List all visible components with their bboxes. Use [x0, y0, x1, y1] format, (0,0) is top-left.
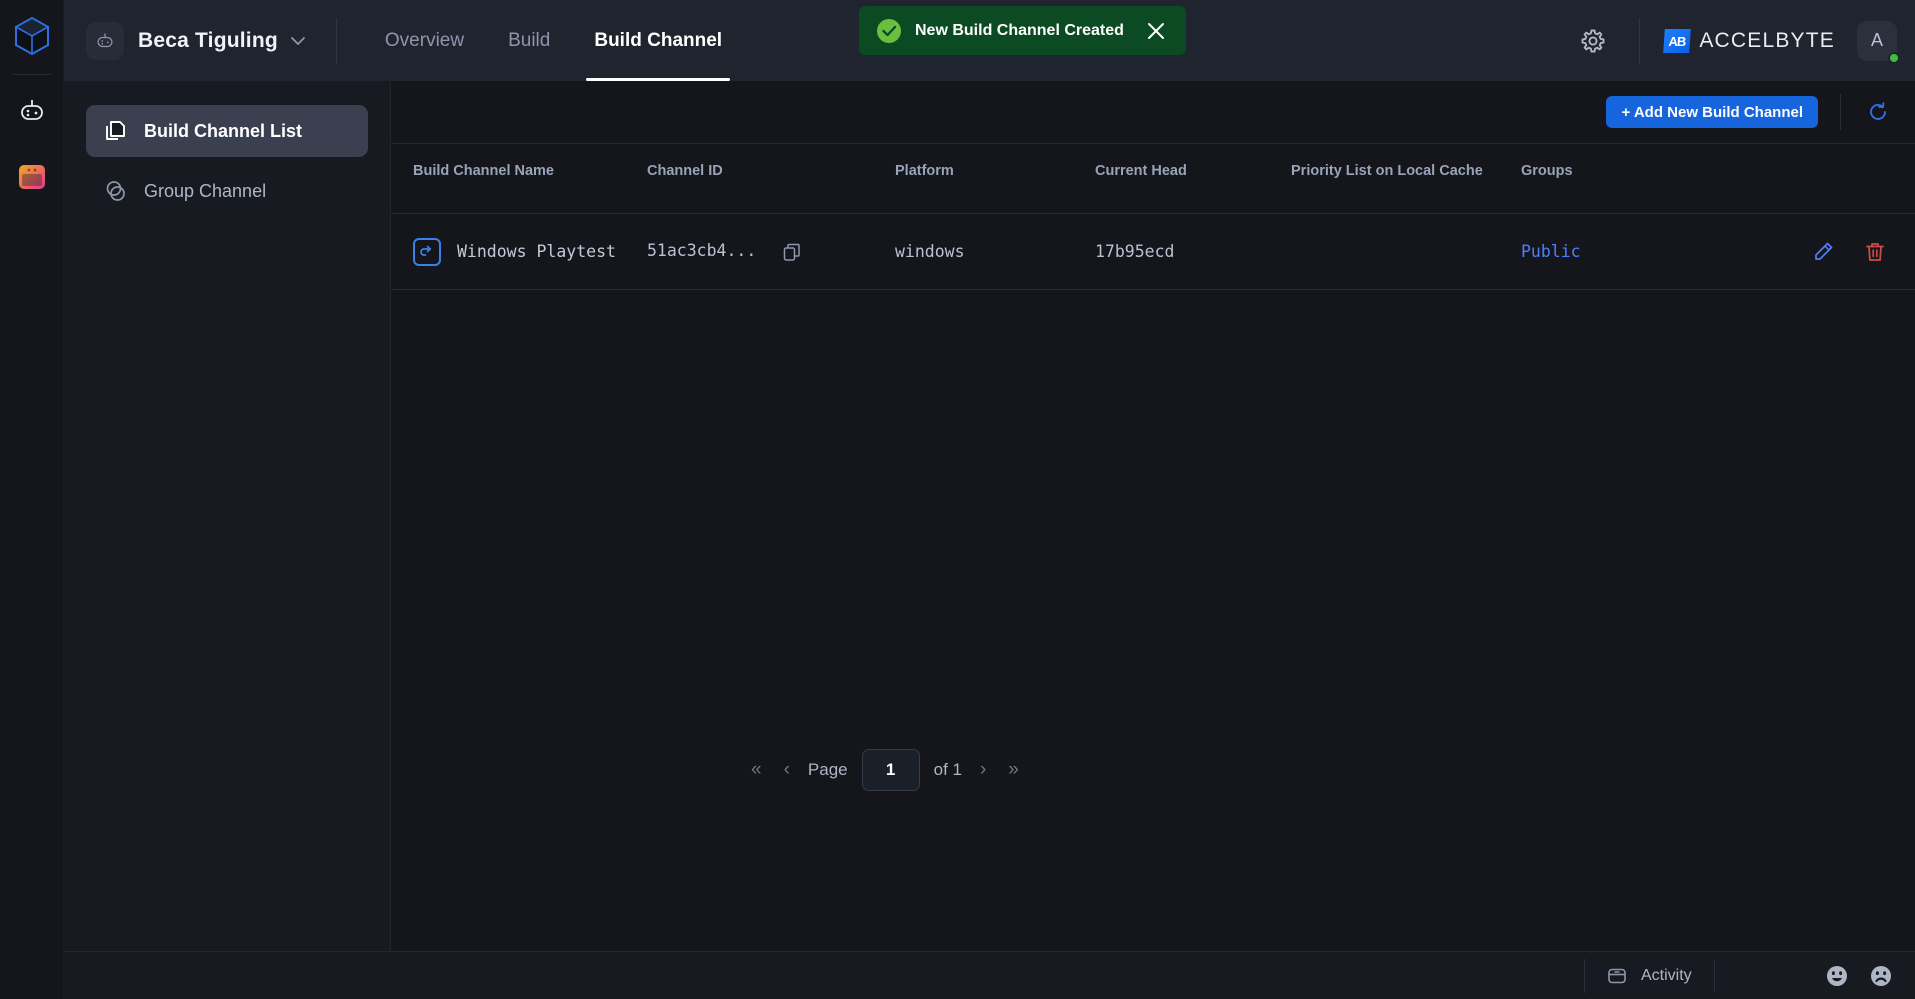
platform-value: windows: [895, 241, 965, 261]
cell-channel-id: 51ac3cb4...: [647, 241, 895, 261]
pagination-page-input[interactable]: 1: [861, 749, 920, 791]
top-bar: Beca Tiguling Overview Build Build Chann…: [64, 0, 1915, 81]
build-channel-name-value: Windows Playtest: [457, 241, 616, 261]
tab-overview[interactable]: Overview: [363, 0, 486, 81]
cell-groups: Public: [1521, 242, 1751, 262]
chevron-down-icon[interactable]: [290, 36, 306, 46]
rail-item-launcher[interactable]: [12, 157, 52, 197]
topbar-divider: [335, 17, 337, 64]
gamepad-icon: [97, 32, 113, 47]
pagination-first-button[interactable]: «: [747, 759, 766, 781]
sad-face-icon[interactable]: [1869, 964, 1893, 988]
current-head-value: 17b95ecd: [1095, 241, 1175, 261]
pagination-prev-button[interactable]: ‹: [780, 759, 794, 781]
topbar-divider-2: [1639, 17, 1641, 64]
cell-platform: windows: [895, 242, 1095, 262]
tab-build[interactable]: Build: [486, 0, 572, 81]
page-body: Build Channel List Group Channel + Add N…: [64, 81, 1915, 951]
pagination-total-label: of 1: [933, 760, 962, 779]
refresh-icon[interactable]: [1863, 97, 1893, 127]
cube-logo-icon[interactable]: [10, 14, 54, 58]
column-header-current-head: Current Head: [1095, 163, 1187, 179]
trash-icon[interactable]: [1863, 240, 1887, 264]
pagination-next-button[interactable]: ›: [976, 759, 990, 781]
brand-name: ACCELBYTE: [1699, 29, 1835, 53]
column-header-channel-id: Channel ID: [647, 163, 723, 179]
table-row[interactable]: Windows Playtest 51ac3cb4... windows 17b…: [391, 214, 1915, 290]
pagination-page-label: Page: [807, 760, 848, 779]
sidebar-item-label: Group Channel: [144, 180, 267, 201]
namespace-icon-chip[interactable]: [86, 21, 124, 60]
groups-value-link[interactable]: Public: [1521, 242, 1581, 261]
brand-name-part2: BYTE: [1775, 28, 1835, 52]
gear-icon[interactable]: [1571, 19, 1615, 63]
copy-icon[interactable]: [783, 243, 802, 262]
activity-label: Activity: [1641, 966, 1692, 984]
check-circle-icon: [877, 18, 901, 43]
toast-notification: New Build Channel Created: [859, 6, 1186, 55]
brand-name-part1: ACCEL: [1699, 28, 1776, 52]
activity-button[interactable]: Activity: [1585, 966, 1714, 986]
column-header-build-channel-name: Build Channel Name: [413, 163, 554, 179]
pagination: « ‹ Page 1 of 1 › »: [391, 740, 1915, 800]
brand-logo: AB ACCELBYTE: [1663, 28, 1835, 53]
column-header-priority-list: Priority List on Local Cache: [1291, 163, 1483, 179]
cell-actions: [1751, 240, 1915, 264]
content-area: + Add New Build Channel Build Channel Na…: [391, 81, 1915, 951]
sidebar-item-group-channel[interactable]: Group Channel: [86, 165, 368, 217]
column-header-groups: Groups: [1521, 163, 1573, 179]
rail-item-game[interactable]: [12, 91, 52, 131]
venn-circles-icon: [104, 179, 128, 203]
channel-arrow-icon: [413, 237, 441, 266]
pencil-icon[interactable]: [1811, 240, 1835, 264]
tab-build-channel[interactable]: Build Channel: [572, 0, 744, 81]
accelbyte-mark-icon: AB: [1663, 28, 1692, 53]
namespace-title: Beca Tiguling: [138, 28, 278, 52]
bottombar-divider-right: [1713, 958, 1715, 993]
right-column: Beca Tiguling Overview Build Build Chann…: [64, 0, 1915, 999]
close-icon[interactable]: [1146, 21, 1166, 41]
documents-icon: [104, 119, 128, 143]
main-tabs: Overview Build Build Channel: [363, 0, 744, 81]
left-icon-rail: [0, 0, 64, 999]
add-new-build-channel-button[interactable]: + Add New Build Channel: [1606, 96, 1818, 128]
toast-message: New Build Channel Created: [915, 21, 1124, 39]
topbar-right: AB ACCELBYTE A: [1571, 17, 1900, 64]
column-header-platform: Platform: [895, 163, 954, 179]
sidebar-item-build-channel-list[interactable]: Build Channel List: [86, 105, 368, 157]
sidebar-item-label: Build Channel List: [144, 120, 303, 141]
feedback-buttons: [1825, 964, 1915, 988]
channel-id-value: 51ac3cb4...: [647, 241, 757, 261]
bottom-bar: Activity: [64, 951, 1915, 999]
sidebar: Build Channel List Group Channel: [64, 81, 391, 951]
avatar[interactable]: A: [1857, 20, 1900, 64]
panel-icon: [1607, 966, 1627, 986]
app-root: Beca Tiguling Overview Build Build Chann…: [0, 0, 1915, 999]
pagination-last-button[interactable]: »: [1004, 759, 1023, 781]
rail-divider: [11, 74, 52, 75]
cell-current-head: 17b95ecd: [1095, 242, 1291, 262]
build-channel-table: Build Channel Name Channel ID Platform C…: [391, 144, 1915, 290]
happy-face-icon[interactable]: [1825, 964, 1849, 988]
online-dot-icon: [1888, 51, 1900, 64]
content-toolbar: + Add New Build Channel: [391, 81, 1915, 144]
toolbar-divider: [1840, 94, 1841, 130]
table-header-row: Build Channel Name Channel ID Platform C…: [391, 144, 1915, 214]
cell-build-channel-name: Windows Playtest: [391, 237, 647, 266]
